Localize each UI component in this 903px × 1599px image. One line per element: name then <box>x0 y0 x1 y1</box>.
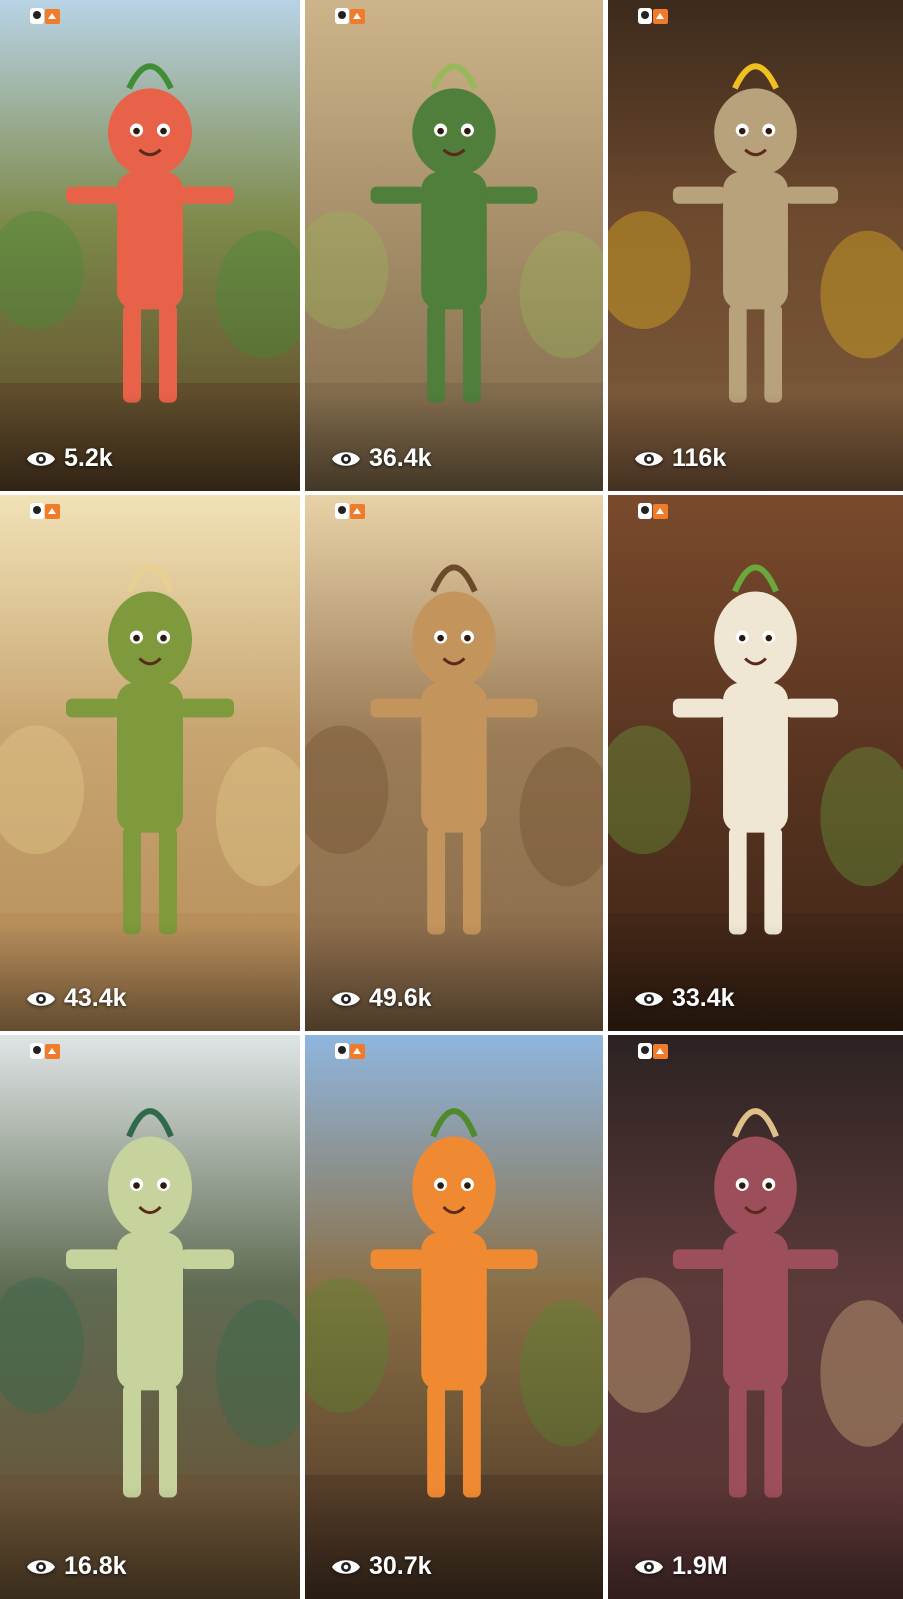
video-grid: 5.2k 36.4k 116k 43.4k 49.6k 33.4k 16.8k 30.7k 1.… <box>0 0 903 1599</box>
view-count: 1.9M <box>634 1552 728 1581</box>
eye-icon <box>635 1559 663 1574</box>
thumbnail-image <box>0 495 300 1031</box>
eye-icon <box>635 991 663 1006</box>
app-badge-icon <box>335 503 365 519</box>
video-tile-aloe-vera-figure-market[interactable]: 36.4k <box>305 0 603 491</box>
eye-icon <box>332 991 360 1006</box>
thumbnail-image <box>305 495 603 1031</box>
app-badge-icon <box>638 8 668 24</box>
app-badge-icon <box>638 503 668 519</box>
eye-icon <box>332 1559 360 1574</box>
video-tile-coconut-bodybuilder-market[interactable]: 43.4k <box>0 495 300 1031</box>
video-tile-mango-character-orchard[interactable]: 5.2k <box>0 0 300 491</box>
eye-icon <box>332 451 360 466</box>
view-count-label: 30.7k <box>369 1552 432 1580</box>
video-tile-kohlrabi-figure-market[interactable]: 16.8k <box>0 1035 300 1599</box>
view-count-label: 49.6k <box>369 984 432 1012</box>
video-tile-radish-judge-courtroom[interactable]: 33.4k <box>608 495 903 1031</box>
thumbnail-image <box>608 1035 903 1599</box>
eye-icon <box>635 451 663 466</box>
view-count-label: 43.4k <box>64 984 127 1012</box>
view-count-label: 36.4k <box>369 444 432 472</box>
video-tile-carrot-character-field[interactable]: 30.7k <box>305 1035 603 1599</box>
thumbnail-image <box>0 1035 300 1599</box>
eye-icon <box>27 451 55 466</box>
eye-icon <box>27 991 55 1006</box>
video-tile-garlic-figure-market[interactable]: 116k <box>608 0 903 491</box>
view-count-label: 16.8k <box>64 1552 127 1580</box>
app-badge-icon <box>335 8 365 24</box>
view-count: 36.4k <box>331 444 432 473</box>
app-badge-icon <box>30 8 60 24</box>
view-count: 16.8k <box>26 1552 127 1581</box>
view-count: 49.6k <box>331 984 432 1013</box>
thumbnail-image <box>608 0 903 491</box>
thumbnail-image <box>305 1035 603 1599</box>
view-count: 30.7k <box>331 1552 432 1581</box>
view-count: 5.2k <box>26 444 113 473</box>
view-count-label: 1.9M <box>672 1552 728 1580</box>
app-badge-icon <box>30 1043 60 1059</box>
view-count-label: 33.4k <box>672 984 735 1012</box>
app-badge-icon <box>335 1043 365 1059</box>
app-badge-icon <box>30 503 60 519</box>
video-tile-banana-flower-woman-market[interactable]: 1.9M <box>608 1035 903 1599</box>
video-tile-peanut-figure-market[interactable]: 49.6k <box>305 495 603 1031</box>
thumbnail-image <box>608 495 903 1031</box>
app-badge-icon <box>638 1043 668 1059</box>
view-count-label: 5.2k <box>64 444 113 472</box>
thumbnail-image <box>305 0 603 491</box>
view-count: 33.4k <box>634 984 735 1013</box>
view-count-label: 116k <box>672 444 727 472</box>
thumbnail-image <box>0 0 300 491</box>
view-count: 116k <box>634 444 726 473</box>
view-count: 43.4k <box>26 984 127 1013</box>
eye-icon <box>27 1559 55 1574</box>
